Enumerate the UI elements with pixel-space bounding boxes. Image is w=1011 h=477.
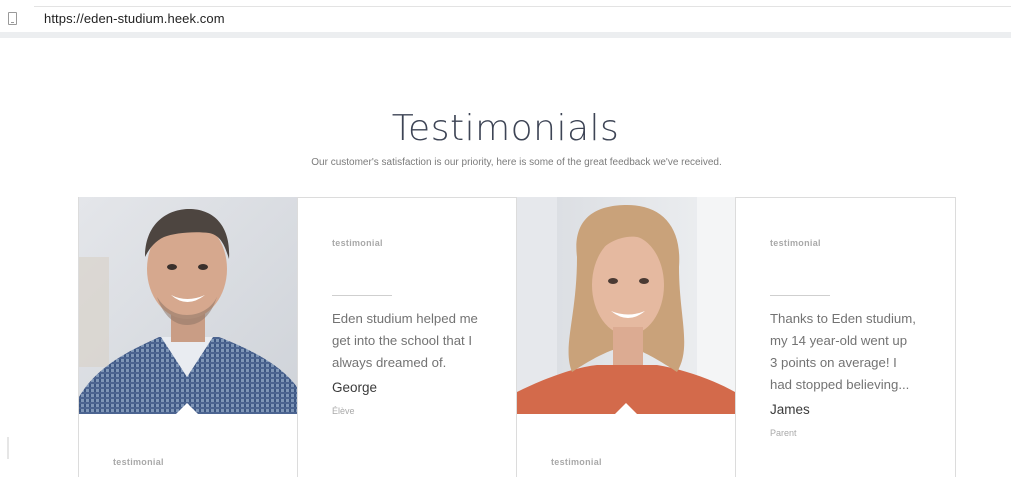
card-divider <box>332 295 392 296</box>
toolbar-divider <box>0 32 1011 38</box>
grid-border-top-1 <box>297 197 516 198</box>
scroll-indicator <box>7 437 9 459</box>
photo-pointer <box>614 403 638 415</box>
section-title: Testimonials <box>391 108 620 149</box>
quote-line: had stopped believing... <box>770 377 910 392</box>
testimonial-tag: testimonial <box>770 238 821 248</box>
testimonial-author-name: George <box>332 380 378 395</box>
grid-divider-1 <box>297 197 298 477</box>
testimonial-author-role: Élève <box>332 406 355 416</box>
quote-line: get into the school that I <box>332 333 473 348</box>
grid-divider-3 <box>735 197 736 477</box>
quote-line: my 14 year-old went up <box>770 333 908 348</box>
testimonial-author-name: James <box>770 402 810 417</box>
testimonial-author-role: Parent <box>770 428 797 438</box>
grid-border-right <box>955 197 956 477</box>
testimonial-tag: testimonial <box>551 457 602 467</box>
url-text[interactable]: https://eden-studium.heek.com <box>44 11 225 26</box>
card-divider <box>770 295 830 296</box>
quote-line: Thanks to Eden studium, <box>770 311 916 326</box>
mobile-device-icon <box>8 12 17 25</box>
browser-address-bar: https://eden-studium.heek.com <box>0 0 1011 38</box>
testimonial-tag: testimonial <box>113 457 164 467</box>
grid-border-top-2 <box>735 197 955 198</box>
photo-pointer <box>175 403 199 415</box>
testimonial-quote: Thanks to Eden studium, my 14 year-old w… <box>770 308 916 396</box>
testimonials-grid: testimonial Eden studium helped me get i… <box>78 197 956 477</box>
section-subtitle: Our customer's satisfaction is our prior… <box>311 157 722 168</box>
quote-line: 3 points on average! I <box>770 355 897 370</box>
testimonial-photo-george <box>79 197 297 414</box>
quote-line: always dreamed of. <box>332 355 447 370</box>
testimonial-quote: Eden studium helped me get into the scho… <box>332 308 478 374</box>
testimonial-tag: testimonial <box>332 238 383 248</box>
testimonial-photo-james <box>517 197 735 414</box>
quote-line: Eden studium helped me <box>332 311 478 326</box>
